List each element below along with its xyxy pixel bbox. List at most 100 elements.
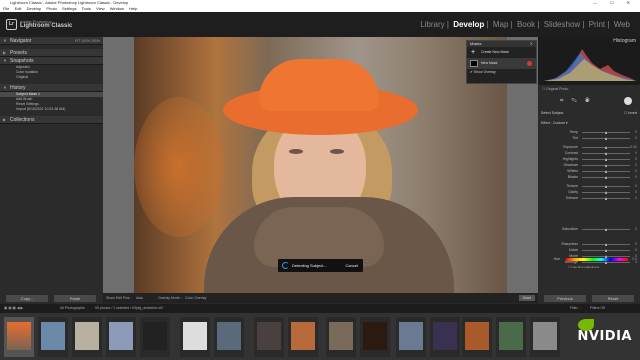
module-book[interactable]: Book <box>517 20 535 29</box>
slider-value[interactable]: 0 <box>635 227 637 232</box>
filmstrip-thumb[interactable] <box>140 317 170 357</box>
slider-blacks[interactable]: Blacks 0 <box>538 175 640 180</box>
slider-track[interactable] <box>582 146 630 149</box>
slider-track[interactable] <box>582 249 630 252</box>
navigator-header[interactable]: ▼ Navigator FIT 100% 200% <box>0 37 103 45</box>
heal-icon[interactable]: ✎ <box>571 98 584 104</box>
slider-shadows[interactable]: Shadows 0 <box>538 163 640 168</box>
mask-item[interactable]: New Mask <box>467 58 536 69</box>
slider-value[interactable]: 0 <box>635 169 637 174</box>
slider-track[interactable] <box>582 228 630 231</box>
menu-file[interactable]: File <box>3 6 9 11</box>
paste-button[interactable]: Paste <box>54 295 96 302</box>
slider-value[interactable]: 0 <box>635 175 637 180</box>
slider-knob[interactable] <box>604 228 607 231</box>
filmstrip-thumb[interactable] <box>214 317 244 357</box>
filmstrip-thumb[interactable] <box>106 317 136 357</box>
slider-track[interactable] <box>582 137 630 140</box>
done-button[interactable]: Done <box>519 295 535 301</box>
slider-exposure[interactable]: Exposure 0.00 <box>538 145 640 150</box>
module-print[interactable]: Print <box>589 20 605 29</box>
filter-dropdown[interactable]: Filters Off <box>590 304 605 313</box>
slider-knob[interactable] <box>604 197 607 200</box>
original-photo-toggle[interactable]: ☐ Original Photo <box>542 87 568 91</box>
copy-button[interactable]: Copy... <box>6 295 48 302</box>
previous-button[interactable]: Previous <box>544 295 586 302</box>
slider-value[interactable]: 0 <box>635 190 637 195</box>
monitor-icons[interactable]: ▣ ▣ ▦ ◀ ▶ <box>4 304 23 313</box>
slider-knob[interactable] <box>604 152 607 155</box>
slider-dehaze[interactable]: Dehaze 0 <box>538 196 640 201</box>
slider-knob[interactable] <box>604 191 607 194</box>
invert-checkbox[interactable]: ☐ Invert <box>624 110 637 117</box>
menu-settings[interactable]: Settings <box>62 6 76 11</box>
slider-value[interactable]: 0 <box>635 163 637 168</box>
module-slideshow[interactable]: Slideshow <box>544 20 580 29</box>
slider-saturation[interactable]: Saturation 0 <box>538 227 640 232</box>
slider-whites[interactable]: Whites 0 <box>538 169 640 174</box>
presets-header[interactable]: ▶ Presets <box>0 49 103 57</box>
menu-edit[interactable]: Edit <box>15 6 22 11</box>
slider-track[interactable] <box>582 243 630 246</box>
slider-knob[interactable] <box>604 176 607 179</box>
create-new-mask-button[interactable]: + Create New Mask <box>467 47 536 58</box>
slider-track[interactable] <box>582 197 630 200</box>
slider-value[interactable]: 0 <box>635 184 637 189</box>
filmstrip-thumb[interactable] <box>430 317 460 357</box>
redeye-icon[interactable]: ◉ <box>585 98 598 104</box>
slider-knob[interactable] <box>604 243 607 246</box>
slider-texture[interactable]: Texture 0 <box>538 184 640 189</box>
slider-sharpness[interactable]: Sharpness 0 <box>538 242 640 247</box>
menu-tools[interactable]: Tools <box>82 6 91 11</box>
slider-track[interactable] <box>582 176 630 179</box>
filmstrip-thumb[interactable] <box>326 317 356 357</box>
slider-track[interactable] <box>582 261 630 264</box>
edit-pins-dropdown[interactable]: Auto <box>136 293 143 303</box>
slider-knob[interactable] <box>604 164 607 167</box>
effect-dropdown[interactable]: Custom <box>553 121 565 125</box>
snapshots-header[interactable]: ▼ Snapshots <box>0 57 103 65</box>
filmstrip-thumb[interactable] <box>254 317 284 357</box>
slider-clarity[interactable]: Clarity 0 <box>538 190 640 195</box>
show-overlay-checkbox[interactable]: ✔ Show Overlay <box>467 69 536 75</box>
slider-value[interactable]: 0 <box>635 248 637 253</box>
menu-develop[interactable]: Develop <box>27 6 42 11</box>
slider-track[interactable] <box>582 164 630 167</box>
slider-value[interactable]: 0 <box>635 151 637 156</box>
reset-button[interactable]: Reset <box>592 295 634 302</box>
slider-value[interactable]: 0.00 <box>630 145 637 150</box>
filmstrip-thumb[interactable] <box>530 317 560 357</box>
slider-temp[interactable]: Temp 0 <box>538 130 640 135</box>
slider-knob[interactable] <box>604 170 607 173</box>
slider-noise[interactable]: Noise 0 <box>538 248 640 253</box>
filmstrip-thumb[interactable] <box>72 317 102 357</box>
module-map[interactable]: Map <box>493 20 509 29</box>
slider-track[interactable] <box>582 185 630 188</box>
menu-photo[interactable]: Photo <box>46 6 56 11</box>
slider-tint[interactable]: Tint 0 <box>538 136 640 141</box>
slider-knob[interactable] <box>604 131 607 134</box>
filmstrip-thumb[interactable] <box>38 317 68 357</box>
filmstrip-thumb[interactable] <box>396 317 426 357</box>
mask-pin-icon[interactable] <box>527 61 532 66</box>
filmstrip-thumb[interactable] <box>180 317 210 357</box>
masking-icon[interactable] <box>624 97 632 105</box>
slider-contrast[interactable]: Contrast 0 <box>538 151 640 156</box>
slider-knob[interactable] <box>604 158 607 161</box>
slider-track[interactable] <box>582 170 630 173</box>
filmstrip-thumb[interactable] <box>462 317 492 357</box>
slider-value[interactable]: 0 <box>635 130 637 135</box>
crop-icon[interactable]: ⌗ <box>560 98 571 104</box>
slider-knob[interactable] <box>604 146 607 149</box>
source-label[interactable]: All Photographs <box>60 304 85 313</box>
slider-value[interactable]: 0.0 <box>632 257 637 262</box>
slider-knob[interactable] <box>604 249 607 252</box>
hue-spectrum[interactable] <box>566 258 628 261</box>
module-web[interactable]: Web <box>614 20 630 29</box>
filmstrip-thumb[interactable] <box>288 317 318 357</box>
module-library[interactable]: Library <box>420 20 444 29</box>
overlay-mode-dropdown[interactable]: Color Overlay <box>185 293 206 303</box>
slider-track[interactable] <box>582 152 630 155</box>
history-header[interactable]: ▼ History <box>0 84 103 92</box>
filmstrip-thumb[interactable] <box>4 317 34 357</box>
